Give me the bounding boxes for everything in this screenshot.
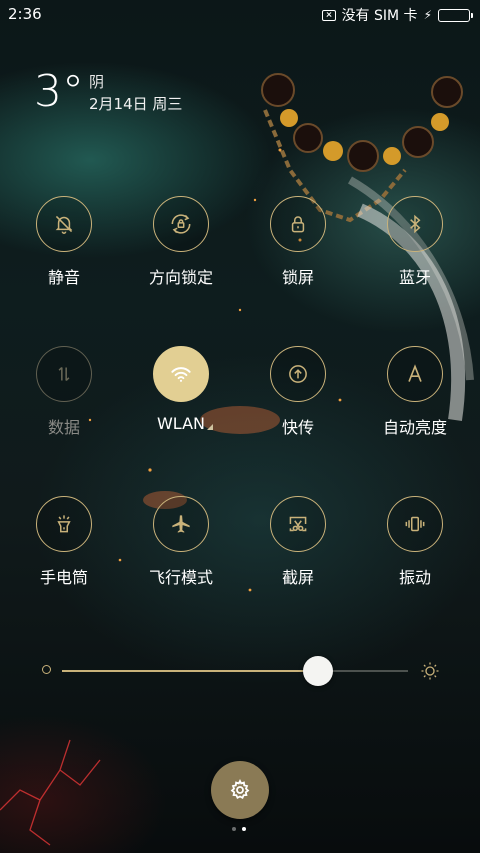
toggle-screenshot[interactable]: 截屏 bbox=[243, 496, 353, 588]
toggle-label: 静音 bbox=[47, 268, 80, 287]
flashlight-icon bbox=[57, 515, 71, 533]
toggle-circle[interactable] bbox=[270, 346, 326, 402]
bluetooth-icon bbox=[410, 214, 421, 234]
status-time: 2:36 bbox=[8, 5, 42, 23]
toggle-mobile-data[interactable]: 数据 bbox=[9, 346, 119, 438]
carrier-text: 没有 SIM 卡 bbox=[341, 8, 418, 24]
toggle-label: 飞行模式 bbox=[148, 568, 213, 587]
toggle-silent[interactable]: 静音 bbox=[9, 196, 119, 288]
toggle-circle[interactable] bbox=[387, 196, 443, 252]
toggle-circle[interactable] bbox=[153, 496, 209, 552]
weather-condition[interactable]: 阴 bbox=[89, 71, 104, 92]
toggle-label: 快传 bbox=[281, 418, 314, 437]
toggle-circle[interactable] bbox=[36, 196, 92, 252]
temperature[interactable]: 3° bbox=[34, 66, 84, 117]
gear-icon bbox=[230, 778, 250, 800]
airplane-icon bbox=[172, 515, 190, 533]
bell-off-icon bbox=[55, 215, 73, 234]
battery-icon bbox=[438, 8, 473, 22]
upload-icon bbox=[289, 365, 307, 383]
toggle-circle[interactable] bbox=[270, 196, 326, 252]
toggle-quick-transfer[interactable]: 快传 bbox=[243, 346, 353, 438]
toggle-vibrate[interactable]: 振动 bbox=[360, 496, 470, 588]
toggle-circle[interactable] bbox=[36, 496, 92, 552]
toggle-airplane-mode[interactable]: 飞行模式 bbox=[126, 496, 236, 588]
toggle-label: 数据 bbox=[47, 418, 80, 437]
rotation-lock-icon bbox=[171, 214, 191, 234]
toggle-label: 自动亮度 bbox=[382, 418, 447, 437]
brightness-high-icon bbox=[421, 662, 439, 680]
toggle-label: 截屏 bbox=[281, 568, 314, 587]
expand-corner-icon bbox=[207, 424, 213, 430]
page-dot bbox=[232, 827, 236, 831]
brightness-low-icon bbox=[42, 665, 51, 674]
lock-icon bbox=[291, 216, 305, 233]
screenshot-icon bbox=[289, 516, 307, 532]
vibrate-icon bbox=[405, 516, 425, 532]
brightness-fill bbox=[62, 670, 319, 672]
toggle-label: 振动 bbox=[398, 568, 431, 587]
toggle-wlan[interactable]: WLAN bbox=[126, 346, 236, 433]
page-indicator bbox=[232, 827, 246, 831]
toggle-lock-screen[interactable]: 锁屏 bbox=[243, 196, 353, 288]
toggle-label-text: WLAN bbox=[156, 414, 205, 433]
toggle-circle[interactable] bbox=[387, 496, 443, 552]
page-dot-current bbox=[242, 827, 246, 831]
toggle-rotation-lock[interactable]: 方向锁定 bbox=[126, 196, 236, 288]
data-arrows-icon bbox=[58, 366, 70, 382]
toggle-label: WLAN bbox=[156, 414, 213, 433]
status-indicators: 没有 SIM 卡 ⚡ bbox=[321, 5, 473, 25]
toggle-label: 蓝牙 bbox=[398, 268, 431, 287]
toggle-circle[interactable] bbox=[270, 496, 326, 552]
settings-button[interactable] bbox=[211, 761, 269, 819]
auto-brightness-icon bbox=[408, 364, 422, 382]
no-sim-icon bbox=[321, 9, 336, 21]
toggle-label: 锁屏 bbox=[281, 268, 314, 287]
toggle-circle[interactable] bbox=[153, 346, 209, 402]
brightness-thumb[interactable] bbox=[303, 656, 334, 686]
charging-icon: ⚡ bbox=[423, 8, 432, 22]
brightness-track[interactable] bbox=[62, 670, 408, 672]
toggle-bluetooth[interactable]: 蓝牙 bbox=[360, 196, 470, 288]
toggle-flashlight[interactable]: 手电筒 bbox=[9, 496, 119, 588]
toggle-auto-brightness[interactable]: 自动亮度 bbox=[360, 346, 470, 438]
toggle-label: 方向锁定 bbox=[148, 268, 213, 287]
toggle-circle[interactable] bbox=[387, 346, 443, 402]
toggle-label: 手电筒 bbox=[39, 568, 88, 587]
toggle-circle[interactable] bbox=[153, 196, 209, 252]
brightness-slider[interactable] bbox=[40, 655, 440, 687]
status-bar: 2:36 没有 SIM 卡 ⚡ bbox=[0, 0, 480, 28]
toggle-circle[interactable] bbox=[36, 346, 92, 402]
wifi-icon bbox=[171, 367, 191, 382]
date-text[interactable]: 2月14日 周三 bbox=[89, 93, 182, 114]
